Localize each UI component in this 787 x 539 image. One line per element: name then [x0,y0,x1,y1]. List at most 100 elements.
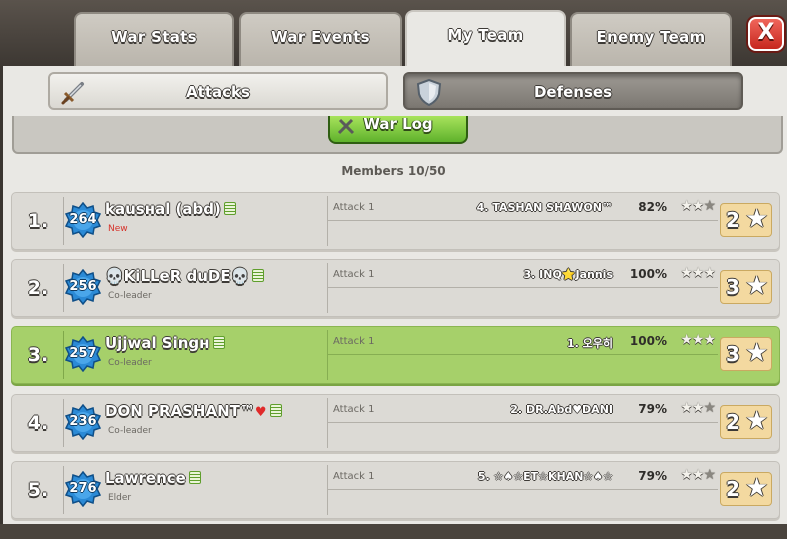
member-name[interactable]: DON PRASHANT™♥ [105,402,282,420]
tab-enemy-team[interactable]: Enemy Team [570,12,732,68]
member-name[interactable]: 💀KiLLeR duDE💀 [105,267,265,285]
member-row[interactable]: 1. 264 kausнal (abd) New Attack 1 4. TAS… [11,192,780,250]
attack-label: Attack 1 [333,404,375,415]
member-role: Co-leader [108,291,152,301]
total-stars-box: 2 ★ [720,405,772,439]
row-divider [63,331,64,379]
war-log-label: War Log [363,116,433,133]
member-rank: 2. [27,277,49,299]
member-role: Elder [108,493,132,503]
close-button[interactable]: X [748,17,784,51]
total-stars-number: 2 [726,410,740,434]
attack-target: 5. ☆♠☆ET☆KHAN☆♠☆ [477,470,613,483]
star-missed-icon: ★ [703,467,716,483]
attack-target: 2. DR.Abd♥DANI [510,403,613,416]
profile-note-icon[interactable] [223,202,236,215]
star-missed-icon: ★ [703,198,716,214]
member-row[interactable]: 4. 236 DON PRASHANT™♥ Co-leader Attack 1… [11,394,780,452]
member-rank: 3. [27,344,49,366]
attack-percent: 79% [638,402,667,416]
attack-percent: 100% [629,267,667,281]
defenses-toggle-button[interactable]: Defenses [403,72,743,110]
shield-icon [416,78,442,106]
attack-percent: 82% [638,200,667,214]
total-stars-box: 2 ★ [720,203,772,237]
star-earned-icon: ★ [703,265,716,281]
member-rank: 4. [27,412,49,434]
star-earned-icon: ★ [680,467,693,483]
members-count: Members 10/50 [341,164,446,178]
attack-label: Attack 1 [333,471,375,482]
total-stars-box: 3 ★ [720,270,772,304]
member-name-text: Ujjwal Singн [105,334,210,352]
member-name-text: Lawrence [105,469,186,487]
tab-war-events[interactable]: War Events [239,12,402,68]
profile-note-icon[interactable] [212,336,225,349]
member-name[interactable]: Lawrence [105,469,201,487]
attack-percent: 100% [629,334,667,348]
townhall-level-badge: 264 [65,202,101,238]
attack-slot[interactable]: Attack 1 4. TASHAN SHAWON™ 82% ★★★ [327,196,718,246]
row-divider [63,466,64,514]
member-name[interactable]: Ujjwal Singн [105,334,225,352]
member-role: New [108,224,128,234]
war-log-button[interactable]: War Log [328,116,468,144]
attack-slot[interactable]: Attack 1 1. 오우히 100% ★★★ [327,330,718,380]
attack-slot[interactable]: Attack 1 5. ☆♠☆ET☆KHAN☆♠☆ 79% ★★★ [327,465,718,515]
row-divider [63,264,64,312]
attack-slot[interactable]: Attack 1 3. INQ⭐Jannis 100% ★★★ [327,263,718,313]
defenses-label: Defenses [533,83,613,101]
attack-divider [328,287,718,288]
member-role: Co-leader [108,426,152,436]
attack-stars: ★★★ [680,467,716,483]
member-role: Co-leader [108,358,152,368]
profile-note-icon[interactable] [269,404,282,417]
townhall-level-number: 236 [69,414,97,429]
total-stars-number: 3 [726,342,740,366]
total-stars-box: 3 ★ [720,337,772,371]
member-rank: 1. [27,210,49,232]
star-icon: ★ [745,338,769,368]
attack-label: Attack 1 [333,269,375,280]
profile-note-icon[interactable] [188,471,201,484]
townhall-level-number: 264 [69,212,97,227]
star-earned-icon: ★ [680,400,693,416]
attack-percent: 79% [638,469,667,483]
townhall-level-badge: 236 [65,404,101,440]
townhall-level-number: 257 [69,346,97,361]
member-row[interactable]: 2. 256 💀KiLLeR duDE💀 Co-leader Attack 1 … [11,259,780,317]
star-icon: ★ [745,204,769,234]
townhall-level-number: 256 [69,279,97,294]
total-stars-box: 2 ★ [720,472,772,506]
attack-divider [328,489,718,490]
star-earned-icon: ★ [691,400,705,416]
profile-note-icon[interactable] [252,269,265,282]
member-rank: 5. [27,479,49,501]
star-earned-icon: ★ [691,198,705,214]
attack-target: 1. 오우히 [566,337,613,350]
townhall-level-badge: 257 [65,336,101,372]
attack-label: Attack 1 [333,336,375,347]
attack-divider [328,422,718,423]
star-earned-icon: ★ [703,332,716,348]
attack-target: 3. INQ⭐Jannis [523,268,613,281]
tab-my-team[interactable]: My Team [405,10,566,72]
star-earned-icon: ★ [691,467,705,483]
sword-icon [61,82,84,105]
tab-war-stats[interactable]: War Stats [74,12,234,68]
attack-stars: ★★★ [680,265,716,281]
member-row[interactable]: 5. 276 Lawrence Elder Attack 1 5. ☆♠☆ET☆… [11,461,780,519]
crossed-swords-icon [337,118,355,135]
townhall-level-badge: 256 [65,269,101,305]
member-name[interactable]: kausнal (abd) [105,200,236,218]
attacks-toggle-button[interactable]: Attacks [48,72,388,110]
star-earned-icon: ★ [680,198,693,214]
attack-divider [328,220,718,221]
attack-label: Attack 1 [333,202,375,213]
townhall-level-number: 276 [69,481,97,496]
total-stars-number: 2 [726,208,740,232]
member-row[interactable]: 3. 257 Ujjwal Singн Co-leader Attack 1 1… [11,326,780,384]
total-stars-number: 3 [726,275,740,299]
member-name-text: 💀KiLLeR duDE💀 [105,267,250,285]
attack-slot[interactable]: Attack 1 2. DR.Abd♥DANI 79% ★★★ [327,398,718,448]
